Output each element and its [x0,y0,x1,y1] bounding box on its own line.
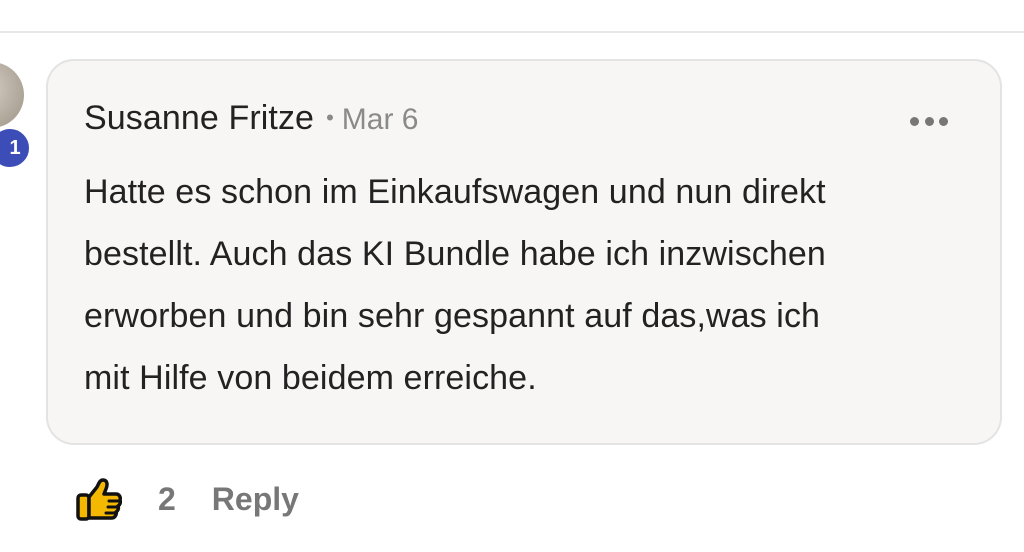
level-badge-label: 1 [9,136,21,159]
comment-body-line: bestellt. Auch das KI Bundle habe ich in… [84,235,826,273]
comment-page: 1 Susanne Fritze • Mar 6 Hatte es schon … [0,0,1024,552]
divider [0,31,1024,33]
ellipsis-dot [924,116,934,126]
comment-body: Hatte es schon im Einkaufswagen und nun … [84,161,974,409]
comment-bubble: Susanne Fritze • Mar 6 Hatte es schon im… [46,59,1002,445]
comment-body-line: mit Hilfe von beidem erreiche. [84,359,537,397]
thumbs-up-icon[interactable] [76,477,122,521]
comment-body-line: erworben und bin sehr gespannt auf das,w… [84,297,821,335]
ellipsis-dot [939,116,948,126]
author-name[interactable]: Susanne Fritze [84,99,314,138]
level-badge: 1 [0,126,32,170]
like-count: 2 [158,480,176,517]
comment-date[interactable]: Mar 6 [342,103,419,137]
ellipsis-horizontal-icon[interactable] [910,113,948,129]
ellipsis-dot [910,116,919,126]
comment-actions: 2 Reply [76,472,299,526]
avatar[interactable] [0,62,24,128]
reply-button[interactable]: Reply [212,481,299,518]
comment-header: Susanne Fritze • Mar 6 [84,99,418,138]
comment-body-line: Hatte es schon im Einkaufswagen und nun … [84,173,826,211]
separator-dot: • [326,105,334,130]
